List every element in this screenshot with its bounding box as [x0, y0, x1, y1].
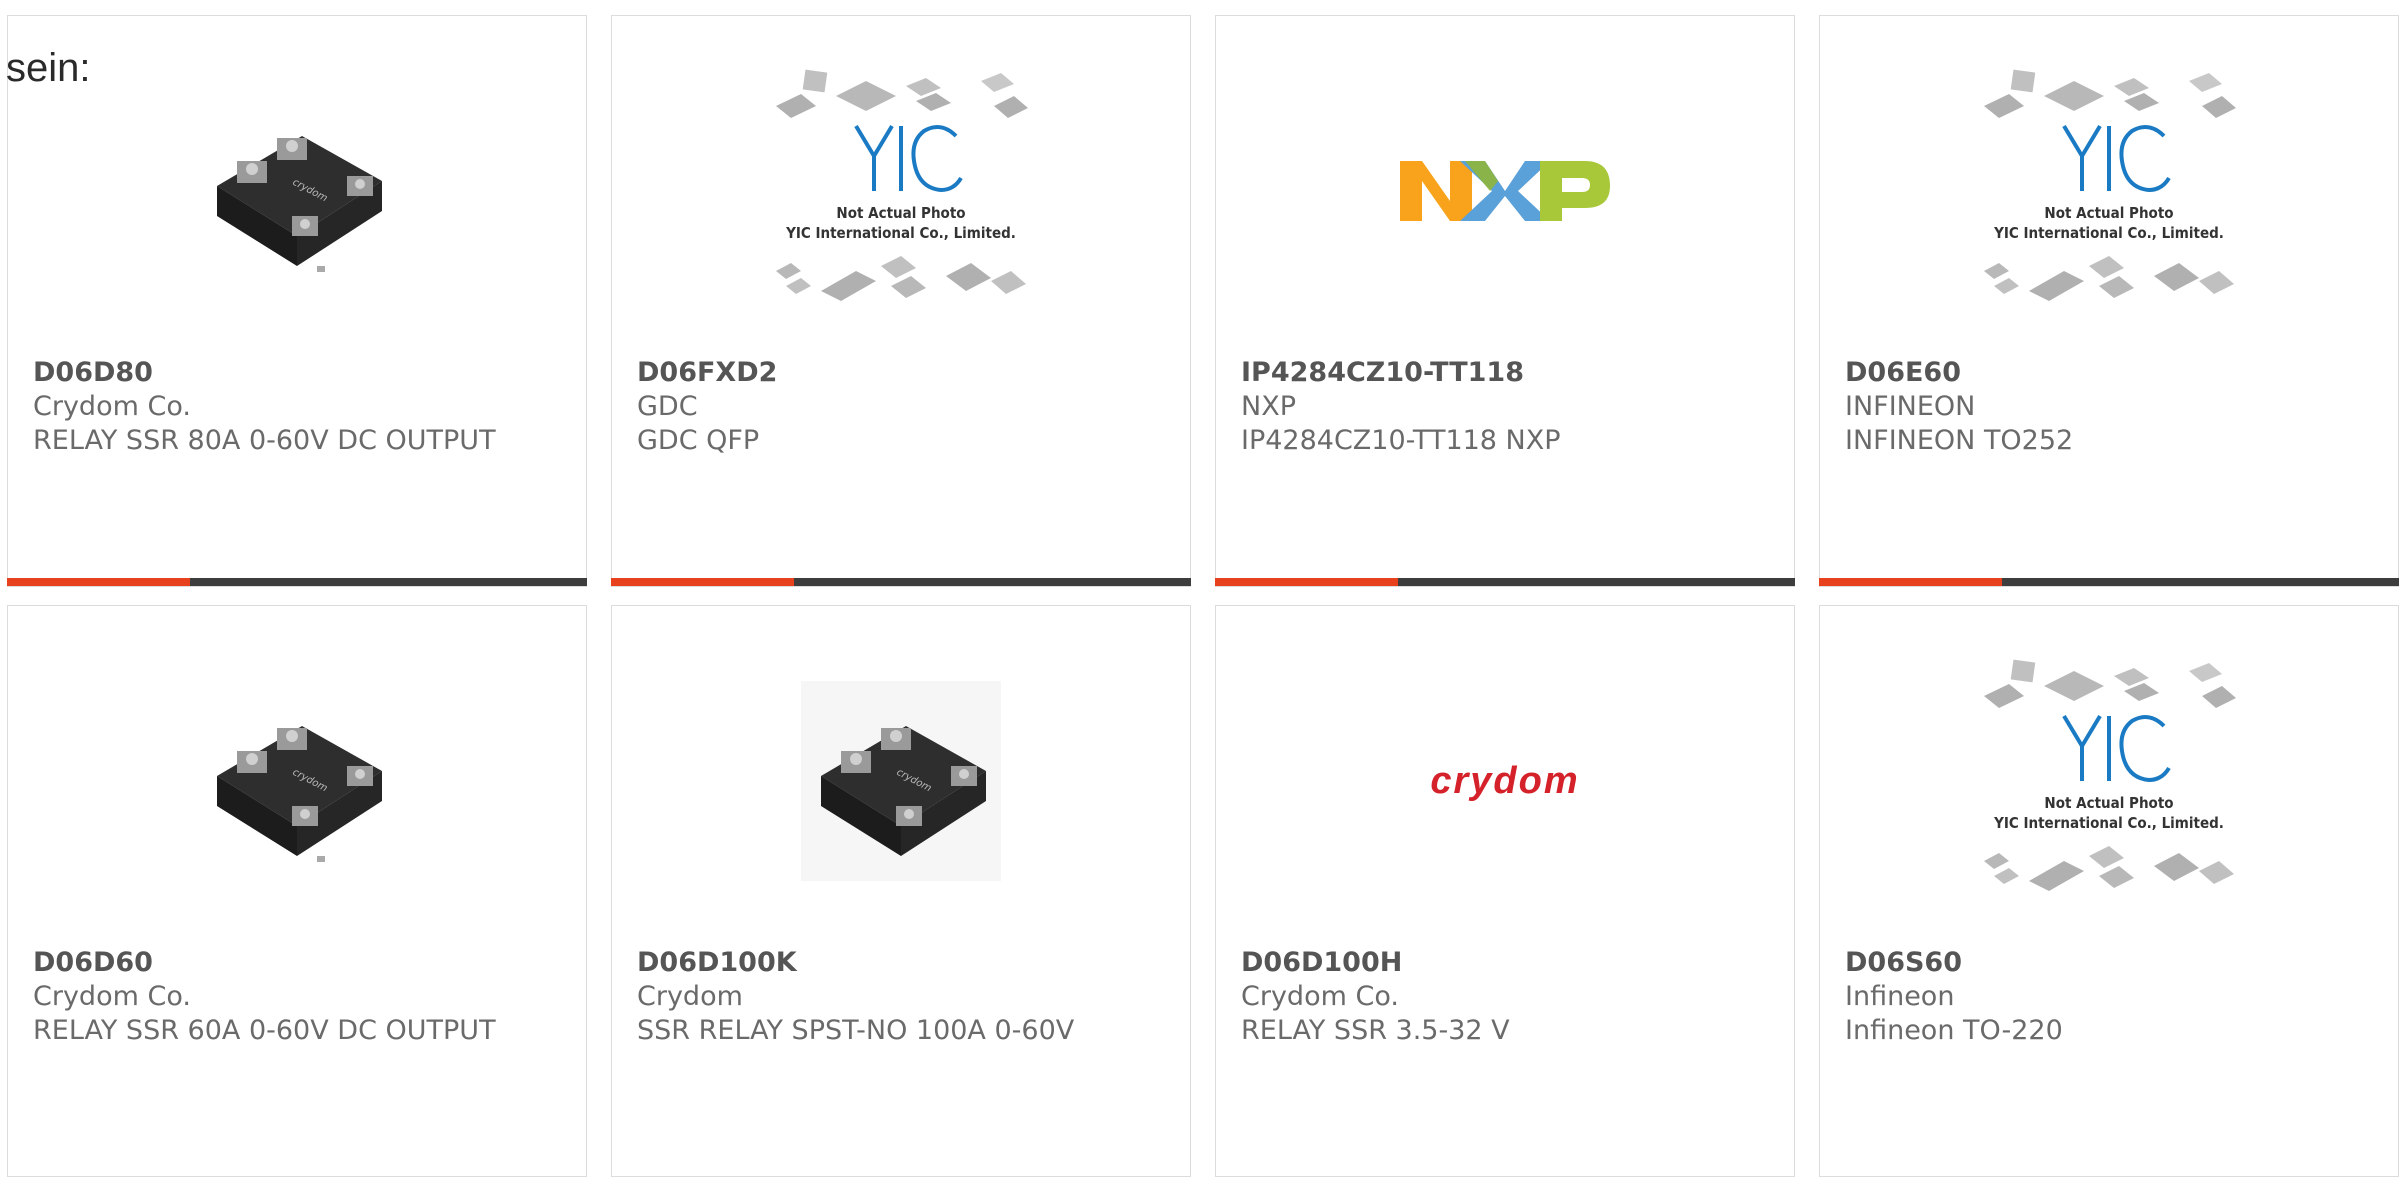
product-card[interactable]: Not Actual Photo YIC International Co., …	[1819, 15, 2399, 587]
part-number[interactable]: D06S60	[1845, 946, 2378, 980]
product-image[interactable]: Not Actual Photo YIC International Co., …	[1820, 646, 2398, 916]
card-bottom-bar	[1215, 578, 1795, 586]
product-image[interactable]: crydom	[8, 646, 586, 916]
description: RELAY SSR 80A 0-60V DC OUTPUT	[33, 425, 496, 456]
relay-image: crydom	[821, 726, 986, 856]
placeholder-line2: YIC International Co., Limited.	[1993, 224, 2224, 242]
part-number[interactable]: D06E60	[1845, 356, 2378, 390]
description: Infineon TO-220	[1845, 1015, 2063, 1046]
card-bar-accent	[1819, 578, 2002, 586]
placeholder-line1: Not Actual Photo	[2044, 794, 2173, 812]
yic-placeholder-image: Not Actual Photo YIC International Co., …	[1984, 659, 2236, 891]
yic-placeholder-image: Not Actual Photo YIC International Co., …	[1984, 69, 2236, 301]
card-bottom-bar	[1819, 578, 2399, 586]
card-bar-accent	[7, 578, 190, 586]
product-card[interactable]: crydom D06D80 Crydom Co. RELAY SSR 80A 0…	[7, 15, 587, 587]
card-bottom-bar	[7, 578, 587, 586]
card-bar-accent	[1215, 578, 1398, 586]
product-card[interactable]: Not Actual Photo YIC International Co., …	[1819, 605, 2399, 1177]
manufacturer: Crydom Co.	[33, 981, 191, 1012]
relay-image-frame: crydom	[801, 681, 1001, 881]
card-bottom-bar	[611, 578, 1191, 586]
description: RELAY SSR 60A 0-60V DC OUTPUT	[33, 1015, 496, 1046]
yic-placeholder-image: Not Actual Photo YIC International Co., …	[776, 69, 1028, 301]
part-number[interactable]: IP4284CZ10-TT118	[1241, 356, 1774, 390]
card-bar-accent	[611, 578, 794, 586]
product-image[interactable]: Not Actual Photo YIC International Co., …	[612, 56, 1190, 326]
manufacturer: Crydom Co.	[1241, 981, 1399, 1012]
product-card[interactable]: crydom D06D100H Crydom Co. RELAY SSR 3.5…	[1215, 605, 1795, 1177]
product-card[interactable]: Not Actual Photo YIC International Co., …	[611, 15, 1191, 587]
manufacturer: Crydom	[637, 981, 743, 1012]
description: SSR RELAY SPST-NO 100A 0-60V	[637, 1015, 1075, 1046]
nxp-logo	[1400, 161, 1610, 221]
placeholder-line1: Not Actual Photo	[836, 204, 965, 222]
crydom-logo: crydom	[1430, 759, 1580, 802]
manufacturer: Infineon	[1845, 981, 1955, 1012]
manufacturer: GDC	[637, 391, 698, 422]
product-image[interactable]: crydom	[1216, 646, 1794, 916]
description: INFINEON TO252	[1845, 425, 2074, 456]
product-card[interactable]: crydom D06D60 Crydom Co. RELAY SSR 60A 0…	[7, 605, 587, 1177]
part-number[interactable]: D06D60	[33, 946, 566, 980]
placeholder-line2: YIC International Co., Limited.	[1993, 814, 2224, 832]
manufacturer: INFINEON	[1845, 391, 1976, 422]
part-number[interactable]: D06FXD2	[637, 356, 1170, 390]
manufacturer: Crydom Co.	[33, 391, 191, 422]
placeholder-line1: Not Actual Photo	[2044, 204, 2173, 222]
product-card[interactable]: crydom D06D100K Crydom SSR RELAY SPST-NO…	[611, 605, 1191, 1177]
placeholder-line2: YIC International Co., Limited.	[785, 224, 1016, 242]
product-image[interactable]: Not Actual Photo YIC International Co., …	[1820, 56, 2398, 326]
manufacturer: NXP	[1241, 391, 1296, 422]
description: GDC QFP	[637, 425, 760, 456]
relay-image: crydom	[217, 136, 382, 272]
description: IP4284CZ10-TT118 NXP	[1241, 425, 1561, 456]
product-image[interactable]	[1216, 56, 1794, 326]
intro-text: sein:	[6, 46, 91, 90]
description: RELAY SSR 3.5-32 V	[1241, 1015, 1510, 1046]
part-number[interactable]: D06D100H	[1241, 946, 1774, 980]
product-image[interactable]: crydom	[612, 646, 1190, 916]
part-number[interactable]: D06D80	[33, 356, 566, 390]
product-card[interactable]: IP4284CZ10-TT118 NXP IP4284CZ10-TT118 NX…	[1215, 15, 1795, 587]
product-image[interactable]: crydom	[8, 56, 586, 326]
part-number[interactable]: D06D100K	[637, 946, 1170, 980]
relay-image: crydom	[217, 726, 382, 862]
